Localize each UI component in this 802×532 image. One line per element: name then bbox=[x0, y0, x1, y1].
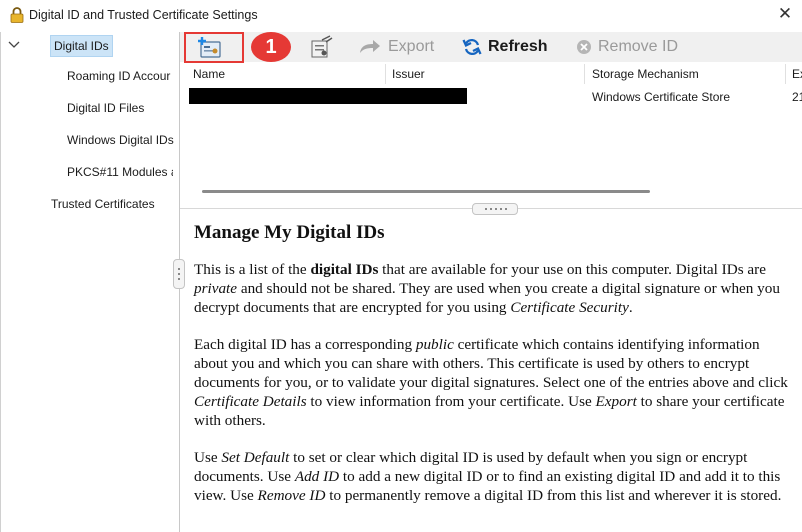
remove-icon bbox=[577, 40, 591, 54]
lock-icon bbox=[10, 7, 24, 23]
sidebar-item-pkcs11-modules[interactable]: PKCS#11 Modules a bbox=[67, 165, 173, 179]
column-header-issuer[interactable]: Issuer bbox=[392, 67, 425, 81]
column-header-storage-mechanism[interactable]: Storage Mechanism bbox=[592, 67, 699, 81]
page-title: Manage My Digital IDs bbox=[194, 222, 385, 243]
close-icon[interactable]: ✕ bbox=[776, 5, 794, 23]
vertical-splitter-handle[interactable] bbox=[173, 259, 185, 289]
sidebar-item-digital-ids[interactable]: Digital IDs bbox=[50, 35, 113, 57]
chevron-down-icon[interactable] bbox=[8, 41, 20, 49]
window-title: Digital ID and Trusted Certificate Setti… bbox=[29, 8, 258, 22]
horizontal-splitter-handle[interactable] bbox=[472, 203, 518, 215]
column-separator bbox=[785, 64, 786, 84]
sidebar-item-roaming-id-accounts[interactable]: Roaming ID Accour bbox=[67, 69, 173, 83]
redacted-name-issuer bbox=[189, 88, 467, 104]
toolbar: 1 Export Refresh Remove ID bbox=[180, 32, 802, 63]
refresh-button[interactable]: Refresh bbox=[462, 37, 548, 57]
remove-id-button[interactable]: Remove ID bbox=[576, 37, 678, 57]
title-bar: Digital ID and Trusted Certificate Setti… bbox=[0, 0, 802, 32]
sidebar-item-digital-id-files[interactable]: Digital ID Files bbox=[67, 101, 144, 115]
export-arrow-icon bbox=[360, 40, 380, 53]
column-separator bbox=[584, 64, 585, 84]
description-panel: Manage My Digital IDs This is a list of … bbox=[194, 222, 790, 523]
table-header: Name Issuer Storage Mechanism Ex bbox=[187, 64, 802, 84]
column-header-expires[interactable]: Ex bbox=[792, 67, 802, 81]
sidebar-item-trusted-certificates[interactable]: Trusted Certificates bbox=[51, 197, 155, 211]
description-paragraph: Each digital ID has a corresponding publ… bbox=[194, 336, 788, 429]
description-paragraph: Use Set Default to set or clear which di… bbox=[194, 449, 782, 504]
refresh-icon bbox=[462, 39, 482, 55]
add-id-button[interactable] bbox=[184, 32, 244, 63]
refresh-label: Refresh bbox=[488, 38, 548, 55]
column-separator bbox=[385, 64, 386, 84]
export-label: Export bbox=[388, 38, 435, 55]
add-id-icon bbox=[198, 37, 221, 58]
description-paragraph: This is a list of the digital IDs that a… bbox=[194, 261, 780, 316]
sidebar-tree: Digital IDs Roaming ID Accour Digital ID… bbox=[1, 32, 179, 532]
column-header-name[interactable]: Name bbox=[193, 67, 225, 81]
horizontal-scrollbar[interactable] bbox=[202, 190, 650, 193]
certificate-details-icon[interactable] bbox=[308, 35, 334, 59]
step-number-badge: 1 bbox=[251, 32, 291, 62]
table-cell-expires[interactable]: 21 bbox=[792, 90, 802, 104]
remove-id-label: Remove ID bbox=[598, 38, 679, 55]
export-button[interactable]: Export bbox=[358, 37, 434, 57]
table-cell-storage[interactable]: Windows Certificate Store bbox=[592, 90, 730, 104]
sidebar-item-windows-digital-ids[interactable]: Windows Digital IDs bbox=[67, 133, 174, 147]
